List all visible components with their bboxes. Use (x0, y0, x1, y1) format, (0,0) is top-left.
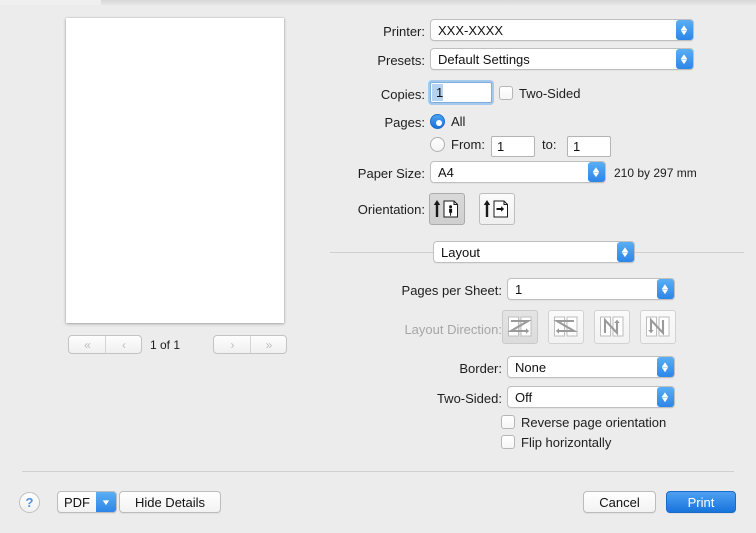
paper-size-select-value: A4 (438, 164, 454, 180)
presets-select-value: Default Settings (438, 51, 530, 67)
layout-n-pattern-icon (600, 316, 624, 337)
printer-label: Printer: (383, 24, 425, 39)
preview-nav-back-group: « ‹ (68, 335, 142, 354)
two-sided-select[interactable]: Off ▲ ▼ (507, 386, 675, 408)
preview-page-thumbnail (66, 18, 284, 323)
border-label: Border: (459, 361, 502, 376)
presets-select[interactable]: Default Settings ▲ ▼ (430, 48, 694, 70)
pdf-menu-button[interactable]: PDF ▼ (57, 491, 117, 513)
reverse-page-orientation-label: Reverse page orientation (521, 415, 667, 430)
pages-from-value: 1 (497, 139, 505, 154)
last-page-button[interactable]: » (250, 336, 286, 353)
paper-dimensions-text: 210 by 297 mm (614, 166, 697, 180)
border-select[interactable]: None ▲ ▼ (507, 356, 675, 378)
reverse-page-orientation-checkbox[interactable] (501, 415, 515, 429)
pages-from-label: From: (451, 137, 485, 152)
portrait-orientation-icon (433, 200, 458, 218)
chevron-updown-icon: ▲ ▼ (675, 49, 693, 69)
orientation-landscape-button[interactable] (479, 193, 515, 225)
layout-reverse-z-pattern-icon (553, 316, 578, 337)
cancel-button[interactable]: Cancel (583, 491, 656, 513)
print-settings-pane: Printer: XXX-XXXX ▲ ▼ Presets: Default Se… (330, 5, 756, 465)
layout-direction-across-reverse-button[interactable] (548, 310, 584, 344)
preview-nav-forward-group: › » (213, 335, 287, 354)
footer-separator (22, 471, 734, 472)
orientation-label: Orientation: (357, 202, 425, 217)
chevron-updown-icon: ▲ ▼ (656, 279, 674, 299)
layout-reverse-n-pattern-icon (646, 316, 670, 337)
presets-label: Presets: (377, 53, 425, 68)
chevron-updown-icon: ▲ ▼ (616, 242, 634, 262)
print-button[interactable]: Print (666, 491, 736, 513)
paper-size-select[interactable]: A4 ▲ ▼ (430, 161, 606, 183)
pages-all-radio[interactable] (430, 114, 445, 129)
chevron-updown-icon: ▲ ▼ (675, 20, 693, 40)
copies-input[interactable]: 1 (430, 82, 492, 103)
chevron-updown-icon: ▲ ▼ (587, 162, 605, 182)
flip-horizontally-checkbox[interactable] (501, 435, 515, 449)
layout-direction-across-then-down-button[interactable] (502, 310, 538, 344)
preview-pager: 1 of 1 « ‹ › » (0, 335, 330, 357)
print-options-pane-select[interactable]: Layout ▲ ▼ (433, 241, 635, 263)
help-button[interactable]: ? (19, 492, 40, 513)
two-sided-checkbox[interactable] (499, 86, 513, 100)
pages-per-sheet-label: Pages per Sheet: (401, 283, 502, 298)
layout-direction-down-reverse-button[interactable] (640, 310, 676, 344)
two-sided-select-label: Two-Sided: (436, 391, 502, 406)
pages-per-sheet-value: 1 (515, 281, 523, 297)
dialog-footer: ? PDF ▼ Hide Details Cancel Print (0, 466, 756, 533)
pages-to-input[interactable]: 1 (567, 136, 611, 157)
chevron-down-icon: ▼ (96, 492, 116, 512)
pages-per-sheet-select[interactable]: 1 ▲ ▼ (507, 278, 675, 300)
previous-page-button[interactable]: ‹ (105, 336, 141, 353)
landscape-orientation-icon (483, 200, 508, 218)
next-page-button[interactable]: › (214, 336, 250, 353)
first-page-button[interactable]: « (69, 336, 105, 353)
two-sided-select-value: Off (515, 389, 533, 405)
layout-direction-label: Layout Direction: (404, 322, 502, 337)
orientation-portrait-button[interactable] (429, 193, 465, 225)
printer-select[interactable]: XXX-XXXX ▲ ▼ (430, 19, 694, 41)
pages-to-value: 1 (573, 139, 581, 154)
pages-from-input[interactable]: 1 (491, 136, 535, 157)
layout-z-pattern-icon (507, 316, 532, 337)
pages-to-label: to: (542, 137, 557, 152)
pages-range-radio[interactable] (430, 137, 445, 152)
chevron-updown-icon: ▲ ▼ (656, 357, 674, 377)
flip-horizontally-label: Flip horizontally (521, 435, 612, 450)
printer-select-value: XXX-XXXX (438, 22, 504, 38)
print-options-pane-value: Layout (441, 244, 481, 260)
pages-label: Pages: (384, 115, 425, 130)
chevron-updown-icon: ▲ ▼ (656, 387, 674, 407)
border-select-value: None (515, 359, 547, 375)
two-sided-checkbox-label: Two-Sided (519, 86, 581, 101)
hide-details-button[interactable]: Hide Details (119, 491, 221, 513)
pdf-button-label: PDF (64, 494, 90, 510)
pages-all-label: All (451, 114, 466, 129)
paper-size-label: Paper Size: (357, 166, 425, 181)
layout-direction-down-then-across-button[interactable] (594, 310, 630, 344)
print-preview-pane: 1 of 1 « ‹ › » (0, 5, 330, 360)
copies-input-value: 1 (432, 84, 444, 101)
copies-label: Copies: (380, 87, 425, 102)
